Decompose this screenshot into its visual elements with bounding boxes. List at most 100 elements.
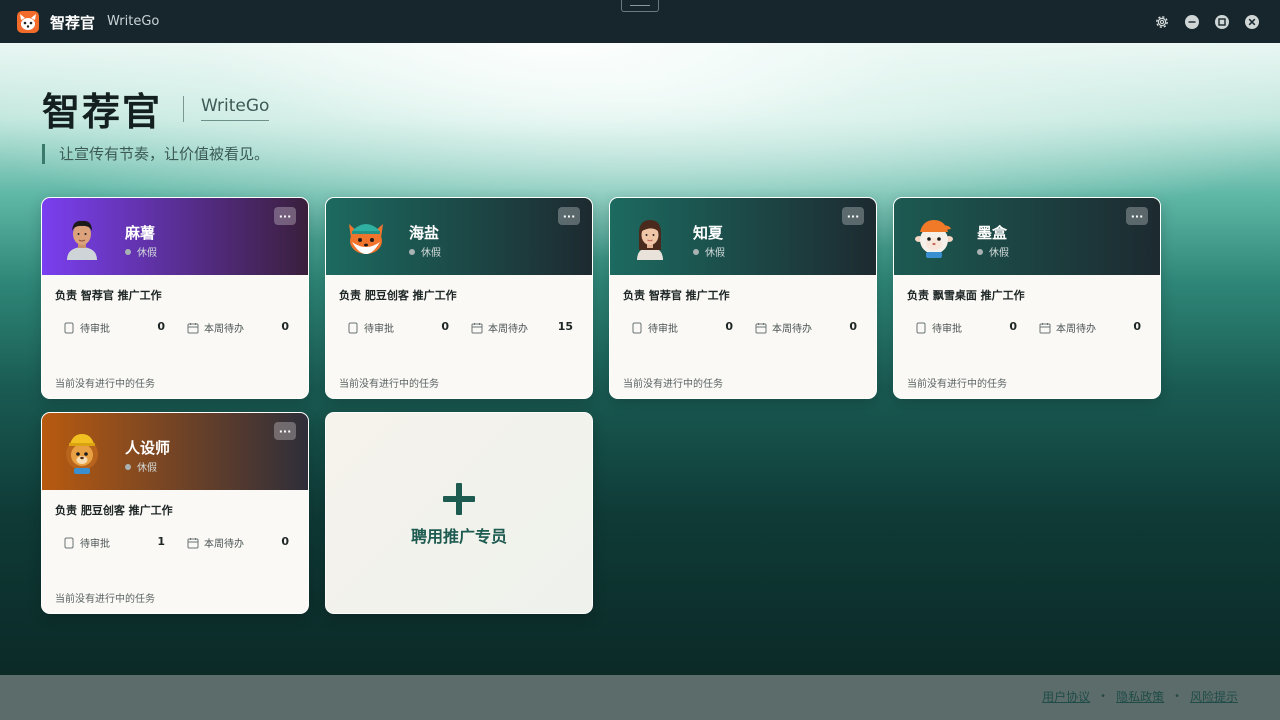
agent-name: 麻薯 xyxy=(125,224,156,242)
task-status-text: 当前没有进行中的任务 xyxy=(907,379,1007,390)
task-status-text: 当前没有进行中的任务 xyxy=(55,379,155,390)
pending-stat: 待审批 xyxy=(63,320,110,335)
status-dot xyxy=(125,248,131,255)
document-icon xyxy=(64,537,74,548)
settings-button[interactable] xyxy=(1153,13,1171,31)
woman-avatar-icon xyxy=(637,220,663,260)
footer-separator: • xyxy=(1174,691,1180,702)
task-status-text: 当前没有进行中的任务 xyxy=(339,379,439,390)
calendar-icon xyxy=(471,322,483,333)
status-label: 休假 xyxy=(421,248,441,259)
more-options-button[interactable]: ··· xyxy=(274,422,296,440)
agent-card[interactable]: 墨盒 休假 ··· 负责 飘雪桌面 推广工作 待审批 0 本周待办 0 当前没有… xyxy=(893,197,1161,399)
footer-links: 用户协议 • 隐私政策 • 风险提示 xyxy=(1042,688,1238,705)
task-status-text: 当前没有进行中的任务 xyxy=(55,594,155,605)
calendar-icon xyxy=(187,322,199,333)
week-count: 0 xyxy=(281,320,289,333)
man-avatar-icon xyxy=(67,220,97,260)
minimize-button[interactable] xyxy=(1183,13,1201,31)
agent-duty: 负责 智荐官 推广工作 xyxy=(55,289,162,302)
pending-label: 待审批 xyxy=(932,324,962,335)
pending-label: 待审批 xyxy=(80,324,110,335)
title-bar: 智荐官 WriteGo xyxy=(0,0,1280,43)
lion-avatar-icon xyxy=(66,434,98,474)
document-icon xyxy=(348,322,358,333)
status-dot xyxy=(125,463,131,470)
week-label: 本周待办 xyxy=(772,324,812,335)
document-icon xyxy=(916,322,926,333)
week-stat: 本周待办 xyxy=(187,320,244,335)
settings-icon xyxy=(1156,16,1168,28)
agent-card[interactable]: 海盐 休假 ··· 负责 肥豆创客 推广工作 待审批 0 本周待办 15 当前没… xyxy=(325,197,593,399)
week-count: 0 xyxy=(1133,320,1141,333)
calendar-icon xyxy=(1039,322,1051,333)
tagline: 让宣传有节奏，让价值被看见。 xyxy=(42,144,269,164)
more-options-button[interactable]: ··· xyxy=(1126,207,1148,225)
plus-icon xyxy=(443,483,475,515)
week-count: 15 xyxy=(557,320,573,333)
pending-stat: 待审批 xyxy=(347,320,394,335)
agent-status: 休假 xyxy=(125,459,157,474)
task-status-text: 当前没有进行中的任务 xyxy=(623,379,723,390)
close-icon xyxy=(1245,15,1259,29)
document-icon xyxy=(64,322,74,333)
agent-duty: 负责 智荐官 推广工作 xyxy=(623,289,730,302)
agent-status: 休假 xyxy=(125,244,157,259)
more-options-button[interactable]: ··· xyxy=(274,207,296,225)
status-dot xyxy=(409,248,415,255)
minimize-icon xyxy=(1185,15,1199,29)
maximize-icon xyxy=(1215,15,1229,29)
fox-avatar-icon xyxy=(349,224,383,254)
week-count: 0 xyxy=(849,320,857,333)
footer-separator: • xyxy=(1100,691,1107,702)
sheep-avatar-icon xyxy=(915,220,953,258)
title-divider xyxy=(183,96,184,122)
hire-promoter-button[interactable]: 聘用推广专员 xyxy=(325,412,593,614)
week-label: 本周待办 xyxy=(488,324,528,335)
more-options-button[interactable]: ··· xyxy=(842,207,864,225)
close-button[interactable] xyxy=(1243,13,1261,31)
fox-logo-icon xyxy=(17,11,39,33)
user-agreement-link[interactable]: 用户协议 xyxy=(1042,688,1090,705)
pending-count: 0 xyxy=(1009,320,1017,333)
agent-name: 知夏 xyxy=(693,224,724,242)
more-options-button[interactable]: ··· xyxy=(558,207,580,225)
pending-count: 1 xyxy=(157,535,165,548)
calendar-icon xyxy=(187,537,199,548)
agent-name: 人设师 xyxy=(125,439,171,457)
risk-notice-link[interactable]: 风险提示 xyxy=(1190,688,1238,705)
agent-duty: 负责 肥豆创客 推广工作 xyxy=(339,289,457,302)
hire-label: 聘用推广专员 xyxy=(410,527,507,546)
status-dot xyxy=(693,248,699,255)
pending-label: 待审批 xyxy=(648,324,678,335)
agent-name: 海盐 xyxy=(409,224,440,242)
pending-label: 待审批 xyxy=(364,324,394,335)
agent-duty: 负责 飘雪桌面 推广工作 xyxy=(907,289,1025,302)
agent-card[interactable]: 人设师 休假 ··· 负责 肥豆创客 推广工作 待审批 1 本周待办 0 当前没… xyxy=(41,412,309,614)
maximize-button[interactable] xyxy=(1213,13,1231,31)
pending-count: 0 xyxy=(441,320,449,333)
pending-stat: 待审批 xyxy=(915,320,962,335)
document-icon xyxy=(632,322,642,333)
agent-status: 休假 xyxy=(409,244,441,259)
agent-card[interactable]: 麻薯 休假 ··· 负责 智荐官 推广工作 待审批 0 本周待办 0 当前没有进… xyxy=(41,197,309,399)
pending-count: 0 xyxy=(725,320,733,333)
agent-card[interactable]: 知夏 休假 ··· 负责 智荐官 推广工作 待审批 0 本周待办 0 当前没有进… xyxy=(609,197,877,399)
status-dot xyxy=(977,248,983,255)
status-label: 休假 xyxy=(137,248,157,259)
pending-label: 待审批 xyxy=(80,539,110,550)
week-count: 0 xyxy=(281,535,289,548)
week-label: 本周待办 xyxy=(1056,324,1096,335)
week-stat: 本周待办 xyxy=(471,320,528,335)
pending-stat: 待审批 xyxy=(631,320,678,335)
app-name: 智荐官 xyxy=(50,14,96,32)
week-stat: 本周待办 xyxy=(755,320,812,335)
pending-stat: 待审批 xyxy=(63,535,110,550)
pending-count: 0 xyxy=(157,320,165,333)
window-drag-handle[interactable] xyxy=(621,0,659,12)
calendar-icon xyxy=(755,322,767,333)
week-stat: 本周待办 xyxy=(1039,320,1096,335)
agent-duty: 负责 肥豆创客 推广工作 xyxy=(55,504,173,517)
privacy-policy-link[interactable]: 隐私政策 xyxy=(1116,688,1164,705)
footer-bar: 用户协议 • 隐私政策 • 风险提示 xyxy=(0,675,1280,720)
